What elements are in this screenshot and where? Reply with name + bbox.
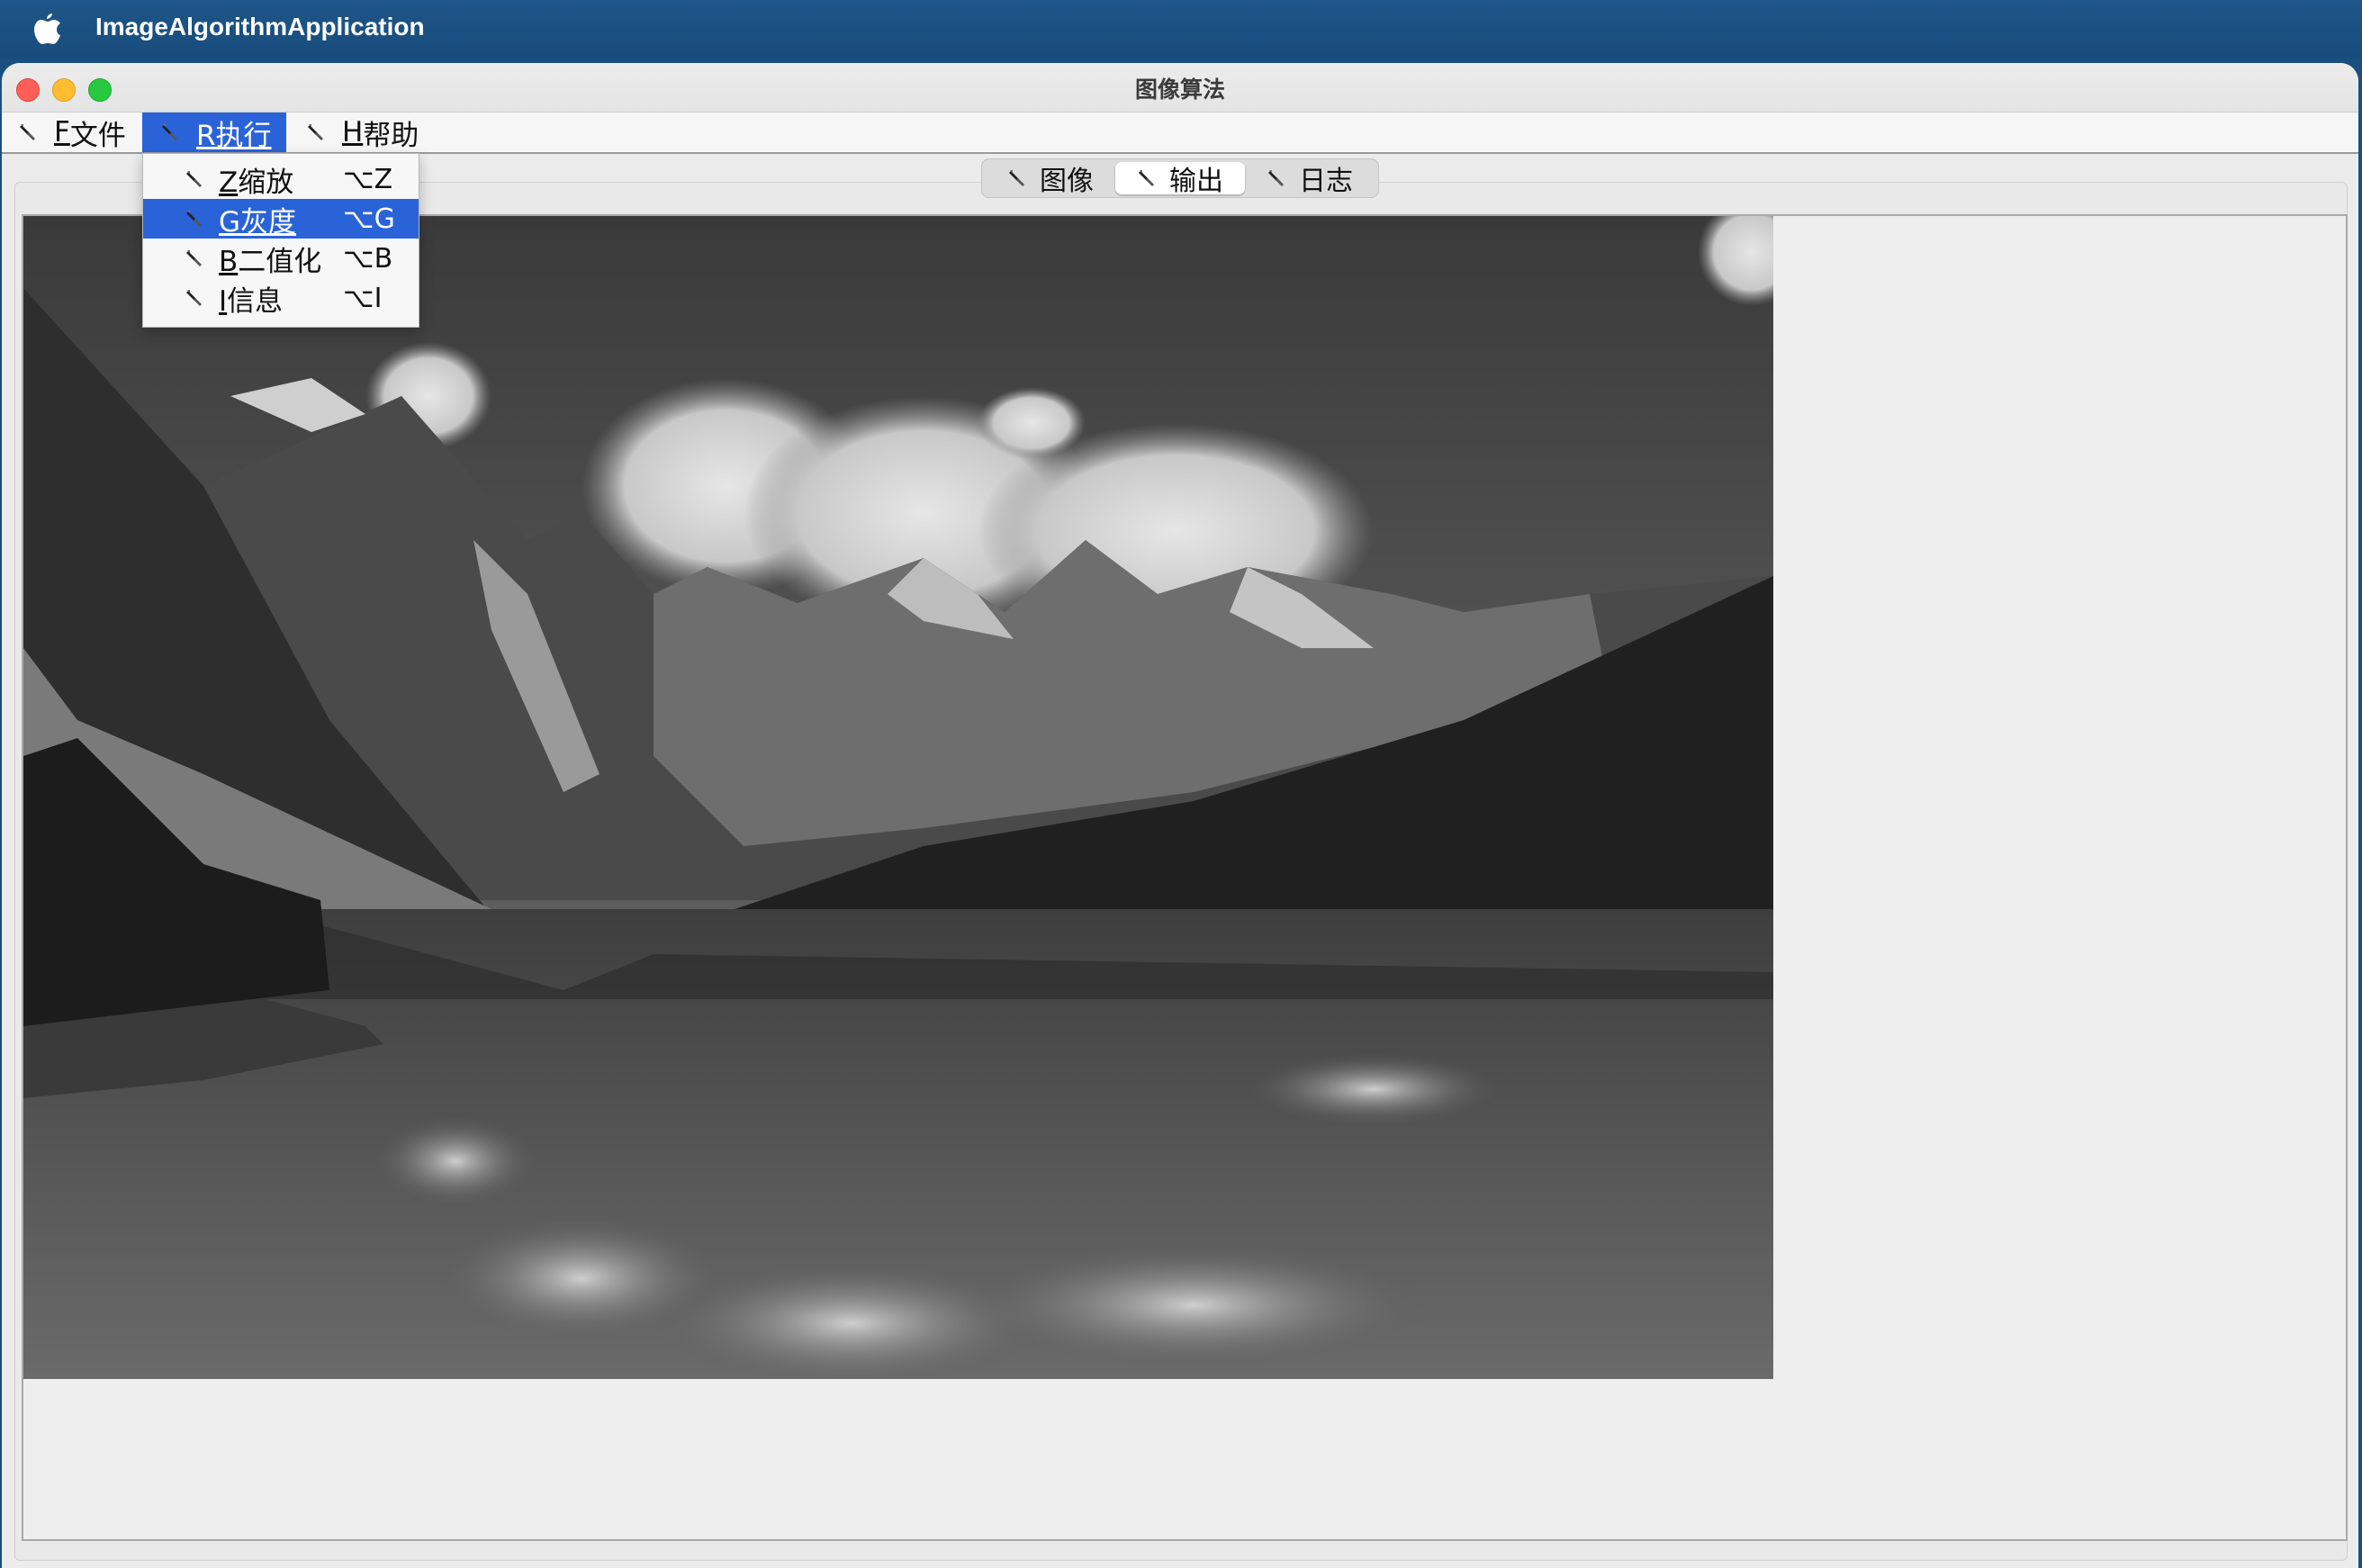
tab-icon	[1137, 168, 1157, 188]
mnemonic: B	[219, 245, 239, 278]
tab-icon	[1007, 168, 1027, 188]
menu-run-mnemonic: R	[196, 119, 216, 152]
menu-item-label: I信息	[219, 278, 345, 319]
title-bar: 图像算法	[2, 63, 2358, 113]
mnemonic: Z	[219, 166, 239, 199]
tab-label: 图像	[1040, 166, 1094, 197]
shortcut: ⌥I	[343, 282, 383, 314]
apple-icon[interactable]	[32, 11, 63, 47]
menu-run-label: R执行	[196, 113, 272, 153]
mnemonic: G	[219, 205, 241, 239]
menu-item-grayscale[interactable]: G灰度 ⌥G	[143, 199, 419, 239]
menu-item-icon	[18, 122, 38, 142]
tab-image[interactable]: 图像	[986, 162, 1115, 197]
label-text: 缩放	[238, 166, 294, 199]
menu-run[interactable]: R执行	[142, 113, 286, 152]
app-window: 图像算法 F 文件 R执行 H 帮助 Z缩放 ⌥Z G灰度 ⌥G B二值化 ⌥B…	[2, 63, 2358, 1568]
tab-label: 日志	[1299, 166, 1353, 197]
system-menubar: ImageAlgorithmApplication	[0, 0, 2362, 59]
shortcut: ⌥G	[343, 203, 395, 235]
menu-item-icon	[185, 209, 204, 229]
tab-output[interactable]: 输出	[1115, 162, 1245, 197]
menu-item-zoom[interactable]: Z缩放 ⌥Z	[143, 159, 419, 199]
menu-item-icon	[185, 169, 204, 189]
menu-item-label: B二值化	[219, 239, 345, 279]
menu-item-icon	[306, 122, 326, 142]
tab-log[interactable]: 日志	[1245, 162, 1375, 197]
tab-icon	[1267, 168, 1286, 188]
menu-item-label: G灰度	[219, 199, 345, 239]
image-canvas[interactable]	[22, 214, 2348, 1541]
label-text: 灰度	[240, 205, 297, 239]
tab-bar: 图像 输出 日志	[981, 158, 1379, 198]
menu-file[interactable]: F 文件	[2, 113, 139, 152]
menu-help[interactable]: H 帮助	[288, 113, 432, 152]
label-text: 二值化	[238, 245, 322, 278]
run-menu-dropdown: Z缩放 ⌥Z G灰度 ⌥G B二值化 ⌥B I信息 ⌥I	[142, 153, 419, 328]
menu-file-mnemonic: F	[54, 116, 70, 149]
shortcut: ⌥Z	[343, 163, 393, 195]
grayscale-landscape-image	[23, 216, 1773, 1379]
tab-label: 输出	[1169, 166, 1223, 197]
mnemonic: I	[219, 284, 228, 318]
menu-item-icon	[160, 122, 180, 142]
menu-item-info[interactable]: I信息 ⌥I	[143, 278, 419, 318]
menu-item-icon	[185, 248, 204, 268]
menu-item-icon	[185, 288, 204, 308]
menu-file-label: 文件	[69, 119, 126, 152]
shortcut: ⌥B	[343, 242, 393, 275]
menu-help-label: 帮助	[363, 119, 419, 152]
app-name-menu[interactable]: ImageAlgorithmApplication	[95, 13, 425, 41]
menu-run-text: 执行	[215, 119, 272, 152]
label-text: 信息	[227, 284, 284, 318]
menu-help-mnemonic: H	[342, 116, 364, 149]
menu-item-binarize[interactable]: B二值化 ⌥B	[143, 239, 419, 278]
app-menubar: F 文件 R执行 H 帮助	[2, 113, 2358, 154]
window-title: 图像算法	[1134, 77, 1225, 103]
menu-item-label: Z缩放	[219, 159, 345, 200]
